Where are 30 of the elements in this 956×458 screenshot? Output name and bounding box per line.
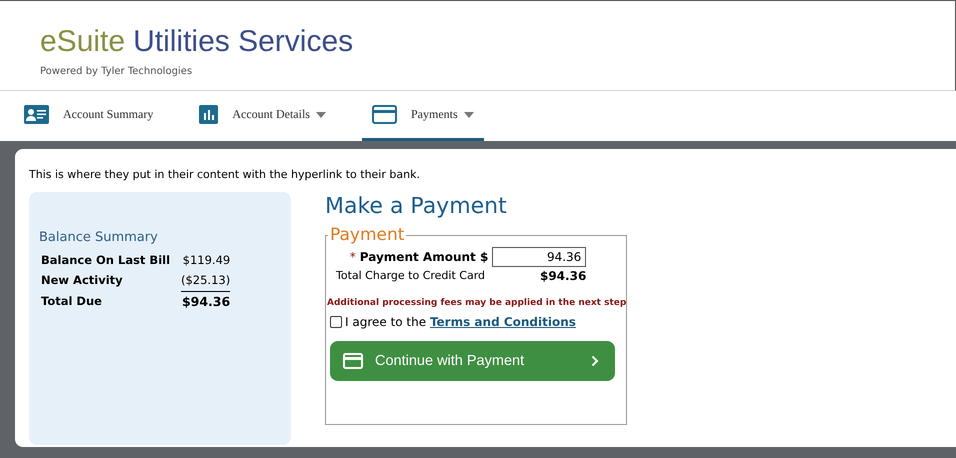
id-card-icon: [24, 105, 49, 124]
charge-amount: $94.36: [540, 269, 586, 283]
amount-value: $94.36: [181, 292, 230, 313]
agree-label: I agree to the Terms and Conditions: [345, 315, 576, 329]
nav-tab[interactable]: Account Details: [189, 91, 336, 141]
amount-value: ($25.13): [181, 271, 230, 292]
row-label: Total Due: [39, 292, 181, 313]
page-heading: Make a Payment: [325, 194, 508, 219]
bar-chart-icon: [199, 105, 218, 124]
credit-card-icon: [372, 105, 397, 124]
row-label: Balance On Last Bill: [40, 252, 172, 268]
continue-button[interactable]: Continue with Payment: [330, 341, 615, 381]
amount-value: $119.49: [182, 252, 230, 269]
terms-link[interactable]: Terms and Conditions: [430, 315, 576, 329]
agree-checkbox[interactable]: [330, 316, 342, 328]
nav-tab[interactable]: Account Summary: [14, 91, 164, 141]
field-label: Payment Amount $: [360, 250, 488, 264]
site-title: Utilities Services: [133, 25, 354, 59]
amount-field[interactable]: 94.36: [492, 247, 586, 267]
charge-label: Total Charge to Credit Card: [336, 269, 486, 283]
credit-card-icon: [343, 353, 363, 369]
row-label: New Activity: [39, 271, 181, 292]
fee-notice: Additional processing fees may be applied in the next step: [327, 298, 626, 308]
section-title: Balance Summary: [39, 230, 159, 245]
site-subtitle: Powered by Tyler Technologies: [40, 66, 192, 77]
brand-name: eSuite: [40, 25, 126, 59]
intro-text: This is where they put in their content with the hyperlink to their bank.: [29, 168, 421, 181]
chevron-right-icon: [591, 355, 599, 367]
group-legend: Payment: [328, 225, 406, 245]
required-mark: *: [350, 250, 356, 264]
